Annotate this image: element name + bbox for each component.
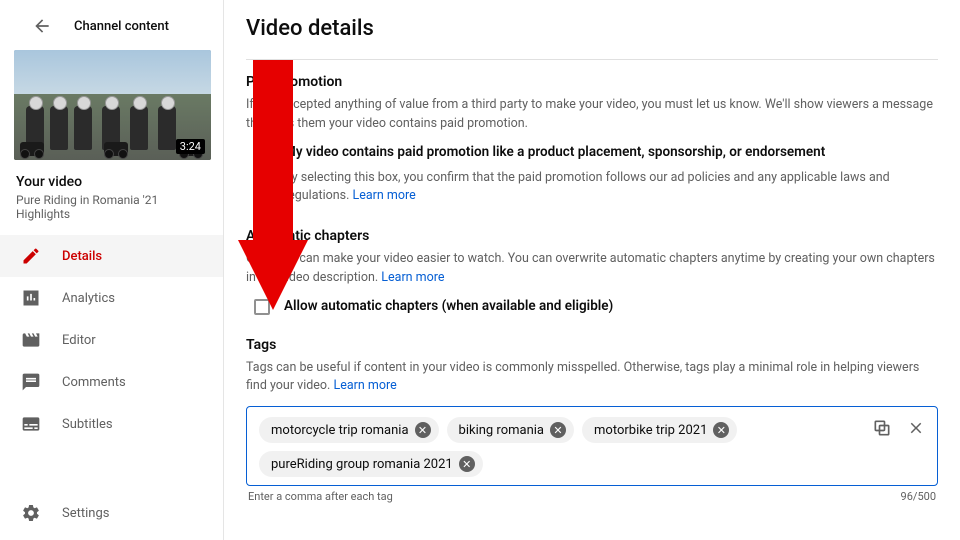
learn-more-link[interactable]: Learn more bbox=[353, 188, 416, 203]
tags-section: Tags Tags can be useful if content in yo… bbox=[246, 337, 938, 504]
comments-icon bbox=[20, 371, 42, 393]
paid-promotion-desc: If you accepted anything of value from a… bbox=[246, 96, 938, 134]
sidebar-item-label: Details bbox=[62, 249, 102, 264]
sidebar-item-label: Analytics bbox=[62, 291, 115, 306]
sidebar-item-label: Settings bbox=[62, 506, 109, 521]
auto-chapters-checkbox-label: Allow automatic chapters (when available… bbox=[284, 298, 613, 314]
tags-desc: Tags can be useful if content in your vi… bbox=[246, 359, 938, 397]
editor-icon bbox=[20, 329, 42, 351]
tags-counter: 96/500 bbox=[901, 490, 936, 503]
page-title: Video details bbox=[246, 16, 938, 41]
paid-promotion-subtext: By selecting this box, you confirm that … bbox=[284, 169, 938, 207]
your-video-label: Your video bbox=[16, 174, 207, 190]
tag-chip-label: motorcycle trip romania bbox=[271, 423, 409, 438]
sidebar-item-settings[interactable]: Settings bbox=[0, 492, 223, 534]
remove-tag-icon[interactable]: ✕ bbox=[550, 422, 566, 438]
sidebar-item-label: Subtitles bbox=[62, 417, 113, 432]
divider bbox=[246, 59, 938, 60]
sidebar-item-subtitles[interactable]: Subtitles bbox=[0, 403, 223, 445]
paid-promotion-section: Paid promotion If you accepted anything … bbox=[246, 74, 938, 206]
sidebar-item-editor[interactable]: Editor bbox=[0, 319, 223, 361]
tag-chip[interactable]: biking romania ✕ bbox=[447, 417, 575, 443]
paid-promotion-checkbox-label: My video contains paid promotion like a … bbox=[284, 144, 825, 160]
tag-chip[interactable]: pureRiding group romania 2021 ✕ bbox=[259, 451, 483, 477]
remove-tag-icon[interactable]: ✕ bbox=[459, 456, 475, 472]
sidebar-item-label: Comments bbox=[62, 375, 126, 390]
paid-promotion-checkbox[interactable] bbox=[254, 145, 270, 161]
auto-chapters-section: Automatic chapters Chapters can make you… bbox=[246, 228, 938, 315]
copy-tags-button[interactable] bbox=[871, 417, 893, 439]
sidebar-item-label: Editor bbox=[62, 333, 96, 348]
auto-chapters-heading: Automatic chapters bbox=[246, 228, 938, 244]
analytics-icon bbox=[20, 287, 42, 309]
video-thumbnail[interactable]: 3:24 bbox=[14, 50, 211, 160]
clear-tags-button[interactable] bbox=[905, 417, 927, 439]
video-duration: 3:24 bbox=[176, 139, 205, 154]
remove-tag-icon[interactable]: ✕ bbox=[415, 422, 431, 438]
tag-chip-label: pureRiding group romania 2021 bbox=[271, 457, 453, 472]
video-title: Pure Riding in Romania '21 Highlights bbox=[16, 193, 207, 221]
paid-promotion-heading: Paid promotion bbox=[246, 74, 938, 90]
sidebar-item-analytics[interactable]: Analytics bbox=[0, 277, 223, 319]
auto-chapters-checkbox[interactable] bbox=[254, 299, 270, 315]
learn-more-link[interactable]: Learn more bbox=[381, 270, 444, 285]
pencil-icon bbox=[20, 245, 42, 267]
sidebar-item-comments[interactable]: Comments bbox=[0, 361, 223, 403]
channel-content-label: Channel content bbox=[74, 19, 169, 34]
tags-input-box[interactable]: motorcycle trip romania✕biking romania✕m… bbox=[246, 406, 938, 486]
subtitles-icon bbox=[20, 413, 42, 435]
back-arrow-icon[interactable] bbox=[30, 14, 54, 38]
tag-chip[interactable]: motorcycle trip romania ✕ bbox=[259, 417, 439, 443]
tag-chip-label: motorbike trip 2021 bbox=[594, 423, 707, 438]
auto-chapters-desc: Chapters can make your video easier to w… bbox=[246, 250, 938, 288]
tags-hint: Enter a comma after each tag bbox=[248, 490, 393, 503]
tag-chip[interactable]: motorbike trip 2021 ✕ bbox=[582, 417, 737, 443]
tags-heading: Tags bbox=[246, 337, 938, 353]
sidebar-item-details[interactable]: Details bbox=[0, 235, 223, 277]
remove-tag-icon[interactable]: ✕ bbox=[713, 422, 729, 438]
gear-icon bbox=[20, 502, 42, 524]
tag-chip-label: biking romania bbox=[459, 423, 545, 438]
learn-more-link[interactable]: Learn more bbox=[333, 378, 396, 393]
